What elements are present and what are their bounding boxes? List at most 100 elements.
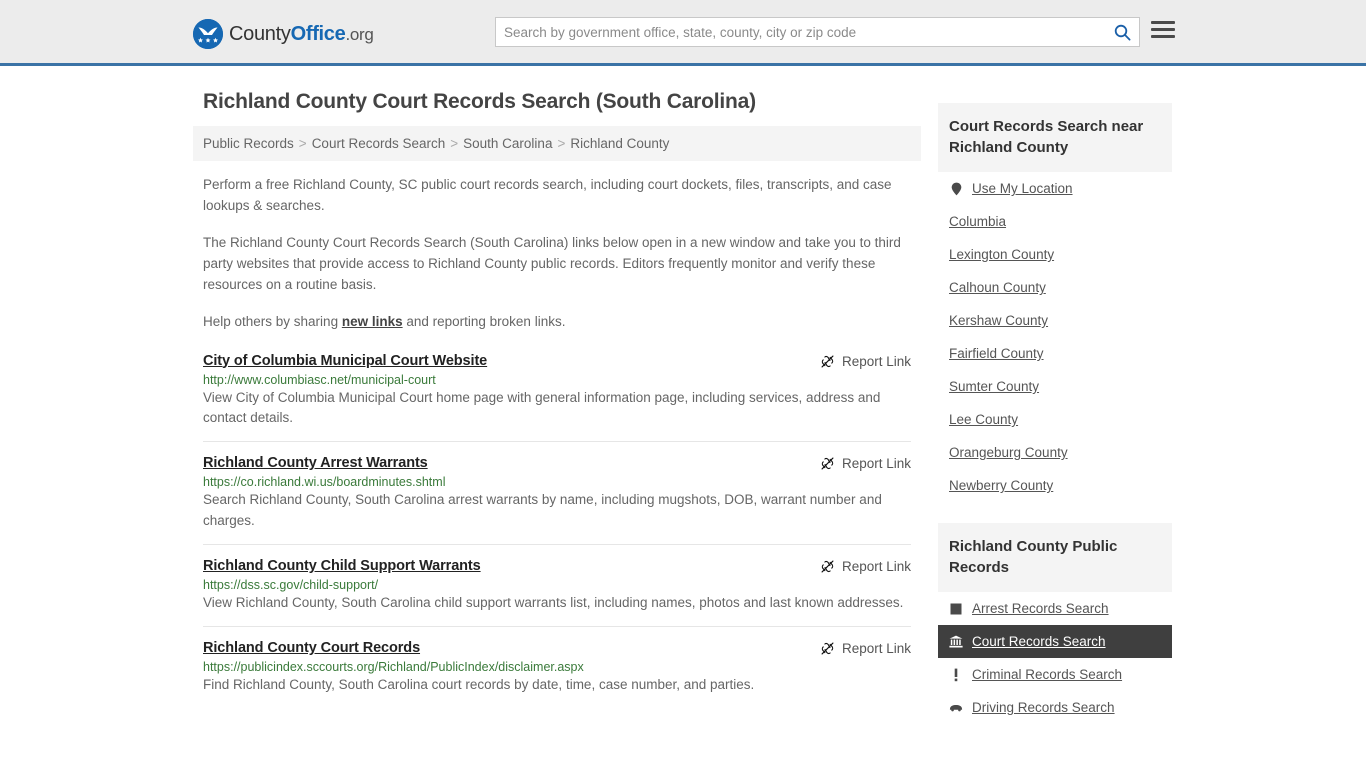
- hamburger-bar: [1151, 21, 1175, 24]
- broken-link-icon: [821, 642, 834, 655]
- result-url[interactable]: https://co.richland.wi.us/boardminutes.s…: [203, 475, 911, 489]
- result-item: City of Columbia Municipal Court Website…: [203, 349, 911, 442]
- page-body: Richland County Court Records Search (So…: [0, 66, 1366, 724]
- logo-text-office: Office: [290, 22, 346, 45]
- sidebar-item-calhoun-county[interactable]: Calhoun County: [938, 271, 1172, 304]
- intro-paragraph-1: Perform a free Richland County, SC publi…: [203, 177, 892, 213]
- nearby-link[interactable]: Kershaw County: [949, 313, 1048, 328]
- sidebar-item-lexington-county[interactable]: Lexington County: [938, 238, 1172, 271]
- sidebar-item-sumter-county[interactable]: Sumter County: [938, 370, 1172, 403]
- sidebar-item-kershaw-county[interactable]: Kershaw County: [938, 304, 1172, 337]
- sidebar-item-driving-records-search[interactable]: Driving Records Search: [938, 691, 1172, 724]
- intro-paragraph-2: The Richland County Court Records Search…: [203, 234, 901, 292]
- result-title-link[interactable]: City of Columbia Municipal Court Website: [203, 353, 487, 369]
- report-link-button[interactable]: Report Link: [820, 354, 911, 369]
- map-pin-icon: [949, 181, 963, 196]
- result-item: Richland County Arrest Warrants Report L…: [203, 441, 911, 544]
- breadcrumb: Public Records > Court Records Search > Sout…: [193, 126, 921, 161]
- sidebar-item-use-my-location[interactable]: Use My Location: [938, 172, 1172, 205]
- exclamation-icon: [949, 667, 963, 682]
- courthouse-icon: [949, 634, 963, 649]
- result-item: Richland County Child Support Warrants R…: [203, 544, 911, 626]
- breadcrumb-item-south-carolina[interactable]: South Carolina: [463, 136, 552, 151]
- sidebar-item-newberry-county[interactable]: Newberry County: [938, 469, 1172, 502]
- breadcrumb-item-public-records[interactable]: Public Records: [203, 136, 294, 151]
- nearby-section-title: Court Records Search near Richland Count…: [938, 103, 1172, 172]
- broken-link-icon: [821, 355, 834, 368]
- main-content: Richland County Court Records Search (So…: [193, 66, 921, 724]
- public-records-section: Richland County Public Records Arrest Re…: [938, 523, 1172, 724]
- breadcrumb-separator: >: [557, 136, 566, 151]
- search-button[interactable]: [1105, 18, 1139, 46]
- page-title: Richland County Court Records Search (So…: [203, 90, 756, 113]
- result-title-link[interactable]: Richland County Arrest Warrants: [203, 455, 428, 471]
- result-description: View Richland County, South Carolina chi…: [203, 595, 904, 611]
- nearby-link[interactable]: Lexington County: [949, 247, 1054, 262]
- result-url[interactable]: http://www.columbiasc.net/municipal-cour…: [203, 373, 911, 387]
- broken-link-icon: [821, 560, 834, 573]
- public-records-list: Arrest Records Search Court Records Sear…: [938, 592, 1172, 724]
- car-icon: [949, 700, 963, 715]
- sidebar-item-criminal-records-search[interactable]: Criminal Records Search: [938, 658, 1172, 691]
- sidebar-item-lee-county[interactable]: Lee County: [938, 403, 1172, 436]
- sidebar-item-court-records-search[interactable]: Court Records Search: [938, 625, 1172, 658]
- eagle-shield-icon: [193, 19, 223, 49]
- breadcrumb-separator: >: [450, 136, 459, 151]
- public-records-link[interactable]: Criminal Records Search: [972, 667, 1122, 682]
- new-links-link[interactable]: new links: [342, 314, 403, 329]
- intro-text: Perform a free Richland County, SC publi…: [193, 175, 921, 333]
- public-records-section-title: Richland County Public Records: [938, 523, 1172, 592]
- result-description: View City of Columbia Municipal Court ho…: [203, 389, 881, 426]
- result-description: Find Richland County, South Carolina cou…: [203, 677, 755, 693]
- intro-p3-after: and reporting broken links.: [402, 313, 566, 329]
- hamburger-bar: [1151, 28, 1175, 31]
- search-box[interactable]: [495, 17, 1140, 47]
- result-url[interactable]: https://dss.sc.gov/child-support/: [203, 578, 911, 592]
- result-title-link[interactable]: Richland County Court Records: [203, 640, 420, 656]
- report-link-button[interactable]: Report Link: [820, 559, 911, 574]
- breadcrumb-separator: >: [298, 136, 307, 151]
- nearby-link[interactable]: Sumter County: [949, 379, 1039, 394]
- fingerprint-icon: [949, 601, 963, 616]
- report-link-label: Report Link: [841, 641, 911, 657]
- results-list: City of Columbia Municipal Court Website…: [193, 349, 921, 709]
- sidebar-item-orangeburg-county[interactable]: Orangeburg County: [938, 436, 1172, 469]
- report-link-button[interactable]: Report Link: [820, 641, 911, 656]
- broken-link-icon: [821, 457, 834, 470]
- nearby-link[interactable]: Orangeburg County: [949, 445, 1068, 460]
- nearby-list: Use My Location Columbia Lexington Count…: [938, 172, 1172, 502]
- sidebar-item-arrest-records-search[interactable]: Arrest Records Search: [938, 592, 1172, 625]
- logo-wordmark: CountyOffice.org: [229, 23, 374, 46]
- nearby-link[interactable]: Lee County: [949, 412, 1018, 427]
- use-my-location-link[interactable]: Use My Location: [972, 181, 1073, 196]
- logo-text-org: .org: [345, 24, 374, 44]
- report-link-button[interactable]: Report Link: [820, 456, 911, 471]
- report-link-label: Report Link: [841, 559, 911, 575]
- hamburger-menu-icon[interactable]: [1151, 21, 1175, 38]
- sidebar-item-fairfield-county[interactable]: Fairfield County: [938, 337, 1172, 370]
- report-link-label: Report Link: [841, 353, 911, 369]
- hamburger-bar: [1151, 35, 1175, 38]
- result-description: Search Richland County, South Carolina a…: [203, 492, 882, 529]
- search-icon: [1114, 24, 1131, 41]
- nearby-link[interactable]: Fairfield County: [949, 346, 1044, 361]
- site-logo[interactable]: CountyOffice.org: [193, 19, 374, 49]
- report-link-label: Report Link: [841, 456, 911, 472]
- result-title-link[interactable]: Richland County Child Support Warrants: [203, 558, 481, 574]
- public-records-link[interactable]: Driving Records Search: [972, 700, 1115, 715]
- result-item: Richland County Court Records Report Lin…: [203, 626, 911, 708]
- logo-text-county: County: [229, 22, 291, 45]
- sidebar-item-columbia[interactable]: Columbia: [938, 205, 1172, 238]
- nearby-link[interactable]: Columbia: [949, 214, 1006, 229]
- nearby-link[interactable]: Calhoun County: [949, 280, 1046, 295]
- breadcrumb-item-richland-county[interactable]: Richland County: [570, 136, 669, 151]
- public-records-link[interactable]: Court Records Search: [972, 634, 1106, 649]
- site-header: CountyOffice.org: [0, 0, 1366, 66]
- nearby-link[interactable]: Newberry County: [949, 478, 1053, 493]
- search-input[interactable]: [496, 18, 1105, 46]
- result-url[interactable]: https://publicindex.sccourts.org/Richlan…: [203, 660, 911, 674]
- sidebar: Court Records Search near Richland Count…: [938, 66, 1172, 724]
- public-records-link[interactable]: Arrest Records Search: [972, 601, 1109, 616]
- intro-paragraph-3: Help others by sharing new links and rep…: [203, 312, 911, 333]
- breadcrumb-item-court-records-search[interactable]: Court Records Search: [312, 136, 446, 151]
